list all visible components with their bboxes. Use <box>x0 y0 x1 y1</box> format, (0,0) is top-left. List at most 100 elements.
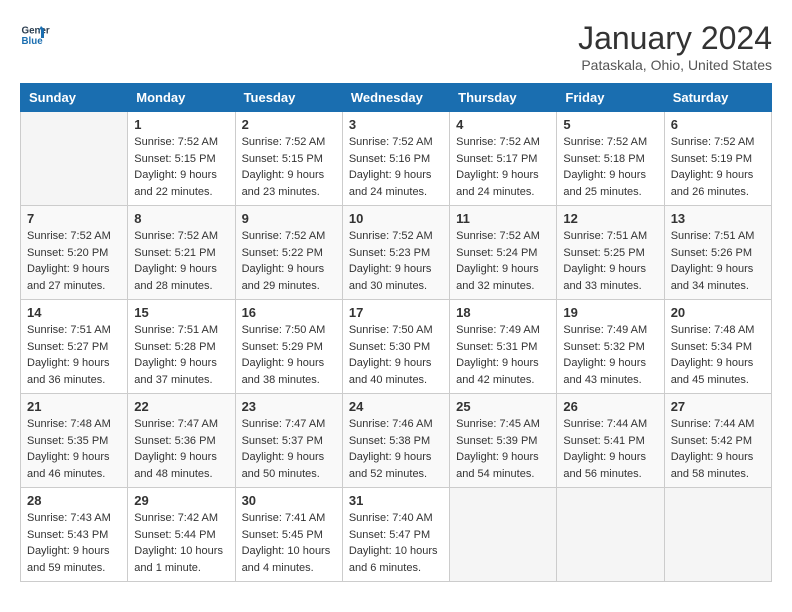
weekday-header-row: SundayMondayTuesdayWednesdayThursdayFrid… <box>21 84 772 112</box>
day-info: Sunrise: 7:49 AM Sunset: 5:32 PM Dayligh… <box>563 322 657 388</box>
calendar-cell: 29 Sunrise: 7:42 AM Sunset: 5:44 PM Dayl… <box>128 488 235 582</box>
sunset-text: Sunset: 5:21 PM <box>134 245 228 262</box>
sunrise-text: Sunrise: 7:49 AM <box>456 322 550 339</box>
sunrise-text: Sunrise: 7:52 AM <box>242 134 336 151</box>
day-number: 3 <box>349 117 443 132</box>
sunrise-text: Sunrise: 7:52 AM <box>242 228 336 245</box>
sunset-text: Sunset: 5:23 PM <box>349 245 443 262</box>
daylight-text: Daylight: 9 hours and 56 minutes. <box>563 449 657 482</box>
sunrise-text: Sunrise: 7:50 AM <box>349 322 443 339</box>
sunset-text: Sunset: 5:32 PM <box>563 339 657 356</box>
day-info: Sunrise: 7:47 AM Sunset: 5:37 PM Dayligh… <box>242 416 336 482</box>
sunset-text: Sunset: 5:18 PM <box>563 151 657 168</box>
sunrise-text: Sunrise: 7:52 AM <box>563 134 657 151</box>
daylight-text: Daylight: 10 hours and 1 minute. <box>134 543 228 576</box>
sunset-text: Sunset: 5:31 PM <box>456 339 550 356</box>
calendar-cell: 11 Sunrise: 7:52 AM Sunset: 5:24 PM Dayl… <box>450 206 557 300</box>
sunset-text: Sunset: 5:36 PM <box>134 433 228 450</box>
day-number: 12 <box>563 211 657 226</box>
sunrise-text: Sunrise: 7:52 AM <box>134 134 228 151</box>
day-info: Sunrise: 7:52 AM Sunset: 5:22 PM Dayligh… <box>242 228 336 294</box>
calendar-cell: 27 Sunrise: 7:44 AM Sunset: 5:42 PM Dayl… <box>664 394 771 488</box>
day-info: Sunrise: 7:52 AM Sunset: 5:24 PM Dayligh… <box>456 228 550 294</box>
daylight-text: Daylight: 9 hours and 27 minutes. <box>27 261 121 294</box>
calendar-cell: 25 Sunrise: 7:45 AM Sunset: 5:39 PM Dayl… <box>450 394 557 488</box>
day-info: Sunrise: 7:49 AM Sunset: 5:31 PM Dayligh… <box>456 322 550 388</box>
calendar-cell: 4 Sunrise: 7:52 AM Sunset: 5:17 PM Dayli… <box>450 112 557 206</box>
daylight-text: Daylight: 9 hours and 37 minutes. <box>134 355 228 388</box>
sunrise-text: Sunrise: 7:47 AM <box>134 416 228 433</box>
calendar-cell: 7 Sunrise: 7:52 AM Sunset: 5:20 PM Dayli… <box>21 206 128 300</box>
sunset-text: Sunset: 5:19 PM <box>671 151 765 168</box>
sunset-text: Sunset: 5:42 PM <box>671 433 765 450</box>
sunrise-text: Sunrise: 7:41 AM <box>242 510 336 527</box>
sunset-text: Sunset: 5:45 PM <box>242 527 336 544</box>
sunset-text: Sunset: 5:15 PM <box>134 151 228 168</box>
daylight-text: Daylight: 9 hours and 59 minutes. <box>27 543 121 576</box>
day-info: Sunrise: 7:44 AM Sunset: 5:41 PM Dayligh… <box>563 416 657 482</box>
sunrise-text: Sunrise: 7:49 AM <box>563 322 657 339</box>
sunrise-text: Sunrise: 7:52 AM <box>456 228 550 245</box>
calendar-cell: 18 Sunrise: 7:49 AM Sunset: 5:31 PM Dayl… <box>450 300 557 394</box>
day-info: Sunrise: 7:42 AM Sunset: 5:44 PM Dayligh… <box>134 510 228 576</box>
day-number: 17 <box>349 305 443 320</box>
calendar-cell: 30 Sunrise: 7:41 AM Sunset: 5:45 PM Dayl… <box>235 488 342 582</box>
day-info: Sunrise: 7:47 AM Sunset: 5:36 PM Dayligh… <box>134 416 228 482</box>
sunset-text: Sunset: 5:17 PM <box>456 151 550 168</box>
sunrise-text: Sunrise: 7:47 AM <box>242 416 336 433</box>
calendar-cell: 24 Sunrise: 7:46 AM Sunset: 5:38 PM Dayl… <box>342 394 449 488</box>
calendar-cell: 19 Sunrise: 7:49 AM Sunset: 5:32 PM Dayl… <box>557 300 664 394</box>
daylight-text: Daylight: 10 hours and 4 minutes. <box>242 543 336 576</box>
sunrise-text: Sunrise: 7:45 AM <box>456 416 550 433</box>
daylight-text: Daylight: 9 hours and 54 minutes. <box>456 449 550 482</box>
calendar-cell: 9 Sunrise: 7:52 AM Sunset: 5:22 PM Dayli… <box>235 206 342 300</box>
weekday-header-saturday: Saturday <box>664 84 771 112</box>
daylight-text: Daylight: 9 hours and 29 minutes. <box>242 261 336 294</box>
sunrise-text: Sunrise: 7:52 AM <box>349 228 443 245</box>
sunrise-text: Sunrise: 7:44 AM <box>671 416 765 433</box>
sunrise-text: Sunrise: 7:52 AM <box>349 134 443 151</box>
sunrise-text: Sunrise: 7:48 AM <box>671 322 765 339</box>
svg-text:General: General <box>22 26 51 37</box>
calendar-cell: 3 Sunrise: 7:52 AM Sunset: 5:16 PM Dayli… <box>342 112 449 206</box>
sunset-text: Sunset: 5:44 PM <box>134 527 228 544</box>
weekday-header-wednesday: Wednesday <box>342 84 449 112</box>
calendar-cell: 15 Sunrise: 7:51 AM Sunset: 5:28 PM Dayl… <box>128 300 235 394</box>
day-info: Sunrise: 7:44 AM Sunset: 5:42 PM Dayligh… <box>671 416 765 482</box>
logo-icon: General Blue <box>20 20 50 50</box>
day-number: 23 <box>242 399 336 414</box>
sunrise-text: Sunrise: 7:48 AM <box>27 416 121 433</box>
sunset-text: Sunset: 5:16 PM <box>349 151 443 168</box>
sunset-text: Sunset: 5:34 PM <box>671 339 765 356</box>
sunrise-text: Sunrise: 7:52 AM <box>27 228 121 245</box>
day-number: 11 <box>456 211 550 226</box>
sunset-text: Sunset: 5:37 PM <box>242 433 336 450</box>
day-number: 19 <box>563 305 657 320</box>
daylight-text: Daylight: 9 hours and 50 minutes. <box>242 449 336 482</box>
weekday-header-tuesday: Tuesday <box>235 84 342 112</box>
daylight-text: Daylight: 9 hours and 34 minutes. <box>671 261 765 294</box>
calendar-cell: 10 Sunrise: 7:52 AM Sunset: 5:23 PM Dayl… <box>342 206 449 300</box>
day-number: 30 <box>242 493 336 508</box>
calendar-cell: 13 Sunrise: 7:51 AM Sunset: 5:26 PM Dayl… <box>664 206 771 300</box>
daylight-text: Daylight: 9 hours and 30 minutes. <box>349 261 443 294</box>
sunrise-text: Sunrise: 7:52 AM <box>671 134 765 151</box>
daylight-text: Daylight: 9 hours and 52 minutes. <box>349 449 443 482</box>
daylight-text: Daylight: 9 hours and 58 minutes. <box>671 449 765 482</box>
day-number: 5 <box>563 117 657 132</box>
page-header: General Blue January 2024 Pataskala, Ohi… <box>20 20 772 73</box>
svg-text:Blue: Blue <box>22 36 44 47</box>
calendar-week-row: 14 Sunrise: 7:51 AM Sunset: 5:27 PM Dayl… <box>21 300 772 394</box>
calendar-cell: 21 Sunrise: 7:48 AM Sunset: 5:35 PM Dayl… <box>21 394 128 488</box>
calendar-cell <box>557 488 664 582</box>
daylight-text: Daylight: 9 hours and 42 minutes. <box>456 355 550 388</box>
day-info: Sunrise: 7:51 AM Sunset: 5:28 PM Dayligh… <box>134 322 228 388</box>
sunrise-text: Sunrise: 7:51 AM <box>27 322 121 339</box>
day-number: 31 <box>349 493 443 508</box>
calendar-cell: 2 Sunrise: 7:52 AM Sunset: 5:15 PM Dayli… <box>235 112 342 206</box>
weekday-header-sunday: Sunday <box>21 84 128 112</box>
day-info: Sunrise: 7:52 AM Sunset: 5:15 PM Dayligh… <box>242 134 336 200</box>
sunset-text: Sunset: 5:24 PM <box>456 245 550 262</box>
day-number: 10 <box>349 211 443 226</box>
day-info: Sunrise: 7:48 AM Sunset: 5:34 PM Dayligh… <box>671 322 765 388</box>
